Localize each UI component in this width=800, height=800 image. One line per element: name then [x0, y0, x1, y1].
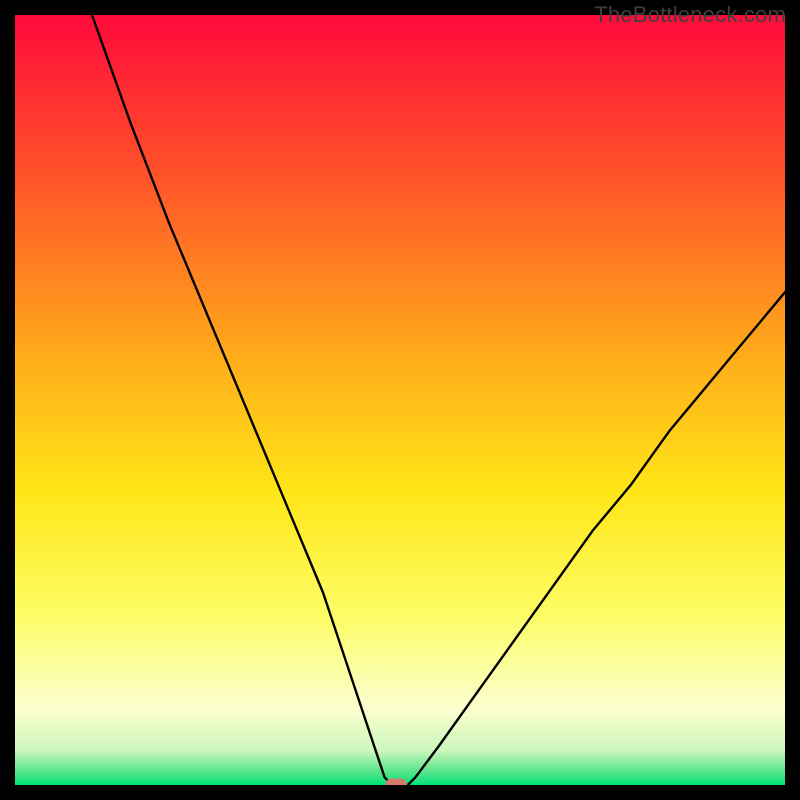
chart-svg	[15, 15, 785, 785]
watermark-text: TheBottleneck.com	[594, 2, 786, 28]
gradient-background	[15, 15, 785, 785]
chart-frame: TheBottleneck.com	[0, 0, 800, 800]
minimum-marker	[385, 779, 407, 786]
plot-area	[15, 15, 785, 785]
